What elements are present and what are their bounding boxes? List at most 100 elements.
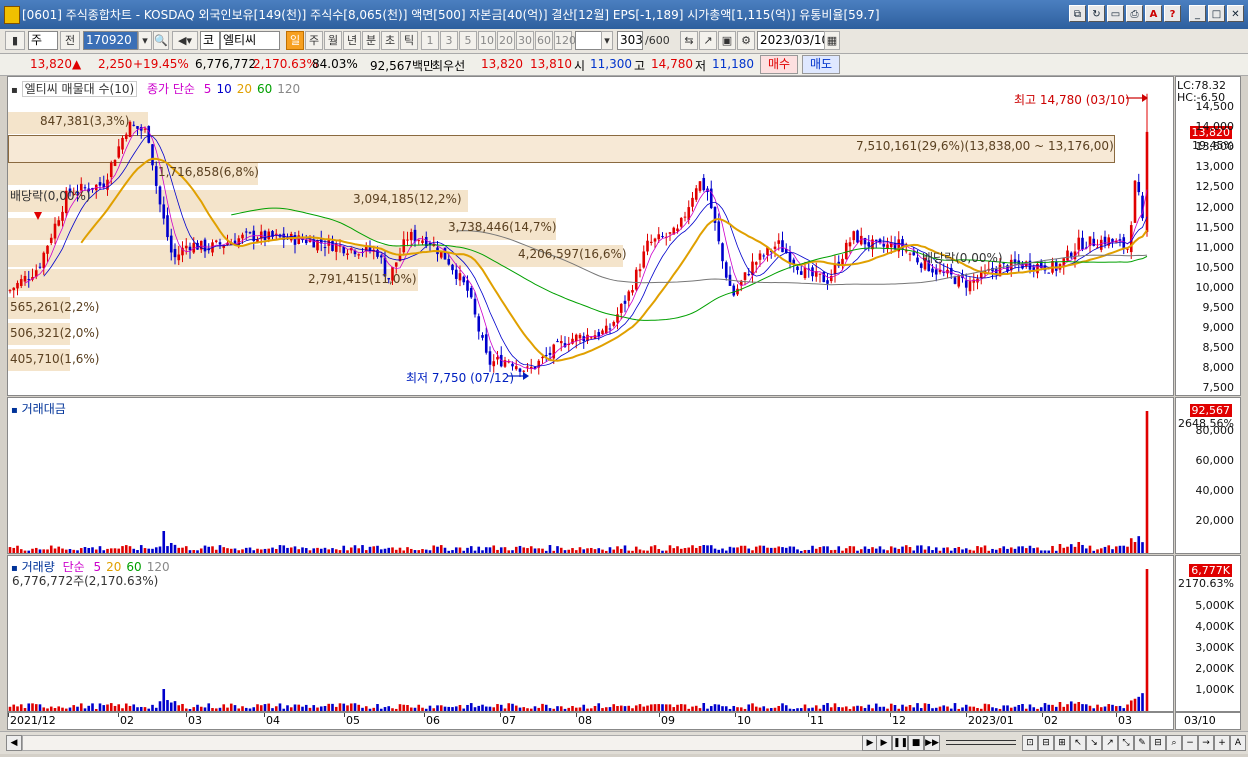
search-icon[interactable]: ⌕ [1166, 735, 1182, 751]
stop-icon[interactable]: ■ [908, 735, 924, 751]
collapse-icon[interactable]: ▪ [11, 405, 18, 416]
x-axis[interactable]: 2021/12 02 03 04 05 06 07 08 09 10 11 12 2023/01 02 03 [7, 712, 1174, 730]
arrows-icon[interactable]: ⇆ [680, 31, 698, 50]
period-1-button[interactable]: 주 [305, 31, 323, 50]
volume-pane[interactable]: ▪ 거래량 단순 5 20 60 120 6,776,772주(2,170.63%) [7, 555, 1174, 712]
ma-10-legend[interactable]: 10 [216, 82, 231, 96]
speaker-icon[interactable]: ◀▾ [172, 31, 198, 50]
link-icon[interactable]: ⧉ [1069, 5, 1086, 22]
amount-pane[interactable]: ▪ 거래대금 [7, 397, 1174, 554]
period-4-button[interactable]: 분 [362, 31, 380, 50]
amount-label: ▪ 거래대금 [11, 400, 66, 417]
minus-icon[interactable]: − [1182, 735, 1198, 751]
interval-1-button[interactable]: 1 [421, 31, 439, 50]
candle-body [559, 341, 563, 344]
price-axis[interactable]: LC:78.32 HC:-6.50 13,820 19.45% 14,500 14… [1175, 76, 1241, 396]
bar [518, 707, 522, 711]
title-bar: [0601] 주식종합차트 - KOSDAQ 외국인보유[149(천)] 주식수… [0, 0, 1248, 29]
stock-name-field[interactable]: 엘티씨 [220, 31, 280, 50]
pencil-icon[interactable]: ✎ [1134, 735, 1150, 751]
x-axis-label: 09 [661, 714, 675, 727]
window-icon[interactable]: ▭ [1107, 5, 1124, 22]
bar [949, 708, 953, 711]
bar [773, 547, 777, 553]
ma-60-legend[interactable]: 60 [257, 82, 272, 96]
draw-icon[interactable]: ↗ [1102, 735, 1118, 751]
bar [19, 704, 23, 711]
period-6-button[interactable]: 틱 [400, 31, 418, 50]
refresh-icon[interactable]: ↻ [1088, 5, 1105, 22]
bar [672, 548, 676, 553]
chevron-down-icon[interactable]: ▾ [138, 31, 152, 50]
interval-5-button[interactable]: 5 [459, 31, 477, 50]
interval-30-button[interactable]: 30 [516, 31, 534, 50]
bar [972, 706, 976, 711]
bar [582, 549, 586, 553]
scroll-left-icon[interactable]: ◀ [6, 735, 22, 751]
code-input[interactable]: 170920 [83, 31, 138, 50]
price-chart-pane[interactable]: ▪ 엘티씨 매물대 수(10) 종가 단순 5 10 20 60 120 배당락(0,0… [7, 76, 1174, 396]
prev-button[interactable]: 전 [60, 31, 80, 50]
layout-icon[interactable]: ⊟ [1038, 735, 1054, 751]
maximize-icon[interactable]: □ [1208, 5, 1225, 22]
calendar-icon[interactable]: ▦ [824, 31, 840, 50]
search-icon[interactable]: 🔍 [153, 31, 169, 50]
arrow-right-icon[interactable]: → [1198, 735, 1214, 751]
ma-5-legend[interactable]: 5 [204, 82, 212, 96]
arrow-tool2-icon[interactable]: ↘ [1086, 735, 1102, 751]
font-icon[interactable]: A [1145, 5, 1162, 22]
interval-120-button[interactable]: 120 [554, 31, 576, 50]
line-tool-icon[interactable]: ↗ [699, 31, 717, 50]
collapse-icon[interactable]: ▪ [11, 85, 18, 96]
pause-icon[interactable]: ❚❚ [892, 735, 908, 751]
buy-button[interactable]: 매수 [760, 55, 798, 74]
crosshair-icon[interactable]: ⊡ [1022, 735, 1038, 751]
ma-20-legend[interactable]: 20 [237, 82, 252, 96]
amount-axis[interactable]: 92,567 2648.56% 80,000 60,000 40,000 20,000 [1175, 397, 1241, 554]
grid-icon[interactable]: ⊞ [1054, 735, 1070, 751]
count-input[interactable]: 303 [617, 31, 643, 50]
period-5-button[interactable]: 초 [381, 31, 399, 50]
sell-button[interactable]: 매도 [802, 55, 840, 74]
period-0-button[interactable]: 일 [286, 31, 304, 50]
date-input[interactable]: 2023/03/10 [757, 31, 827, 50]
bar [1062, 706, 1066, 711]
interval-60-button[interactable]: 60 [535, 31, 553, 50]
change-pct: +19.45% [133, 57, 189, 71]
interval-20-button[interactable]: 20 [497, 31, 515, 50]
dividend-note-right: 배당락(0,00%) [922, 251, 1003, 265]
help-icon[interactable]: ? [1164, 5, 1181, 22]
chevron-down-icon[interactable]: ▾ [601, 31, 613, 50]
print-icon[interactable]: ⎙ [1126, 5, 1143, 22]
play-icon[interactable]: ▶ [876, 735, 892, 751]
scrollbar-track[interactable] [22, 735, 864, 751]
volume-axis[interactable]: 6,777K 2170.63% 5,000K 4,000K 3,000K 2,000K… [1175, 555, 1241, 712]
note-icon[interactable]: ⊟ [1150, 735, 1166, 751]
axis-tick: 1,000K [1195, 683, 1234, 696]
interval-10-button[interactable]: 10 [478, 31, 496, 50]
bar [1073, 703, 1077, 711]
candle-body [522, 370, 526, 372]
candle-body [346, 253, 349, 256]
plus-icon[interactable]: + [1214, 735, 1230, 751]
menu-icon[interactable]: ▮ [5, 31, 25, 50]
interval-3-button[interactable]: 3 [440, 31, 458, 50]
amount-tag: 92,567 [1189, 404, 1232, 417]
close-icon[interactable]: ✕ [1227, 5, 1244, 22]
arrow-tool-icon[interactable]: ↖ [1070, 735, 1086, 751]
ma-120-legend[interactable]: 120 [277, 82, 300, 96]
bar [192, 550, 196, 553]
period-2-button[interactable]: 월 [324, 31, 342, 50]
market-select[interactable]: 주 [28, 31, 58, 50]
draw2-icon[interactable]: ⤡ [1118, 735, 1134, 751]
text-icon[interactable]: A [1230, 735, 1246, 751]
axis-tick: 80,000 [1195, 424, 1235, 437]
candle-body [912, 252, 916, 256]
minimize-icon[interactable]: _ [1189, 5, 1206, 22]
gear-icon[interactable]: ⚙ [737, 31, 755, 50]
period-3-button[interactable]: 년 [343, 31, 361, 50]
save-icon[interactable]: ▣ [718, 31, 736, 50]
bar [218, 545, 222, 553]
fast-forward-icon[interactable]: ▶▶ [924, 735, 940, 751]
zoom-slider[interactable] [946, 740, 1016, 745]
